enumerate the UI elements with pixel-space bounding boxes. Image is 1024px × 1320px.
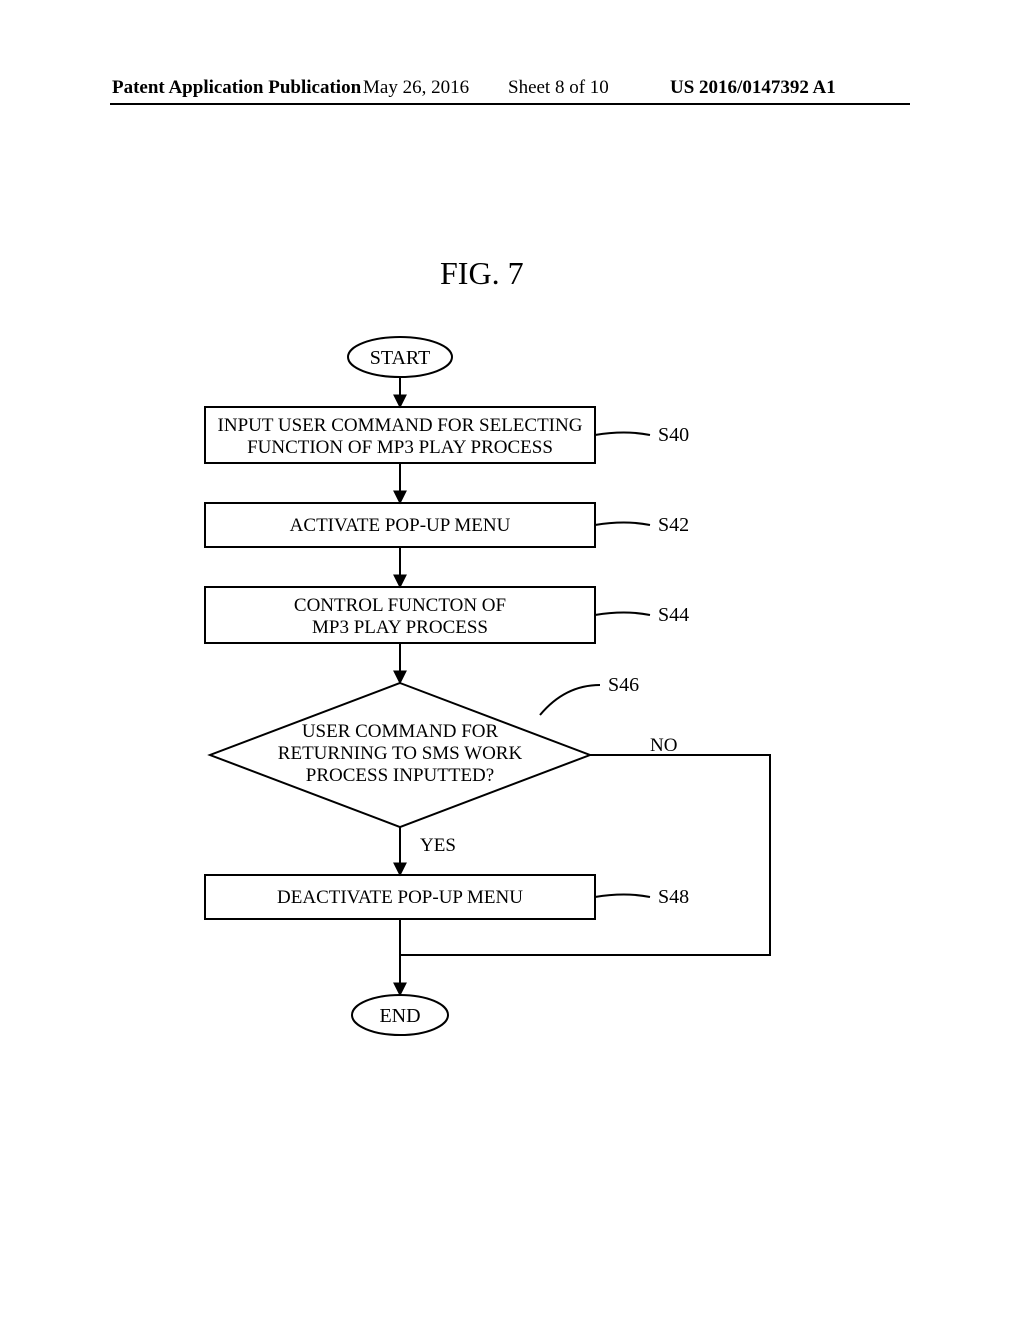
s46-line1: USER COMMAND FOR — [302, 721, 499, 742]
s40-line1: INPUT USER COMMAND FOR SELECTING — [218, 415, 583, 436]
s40-label: S40 — [658, 424, 689, 446]
patent-figure-page: Patent Application Publication May 26, 2… — [0, 0, 1024, 1320]
header-sheet: Sheet 8 of 10 — [508, 77, 609, 99]
branch-no: NO — [650, 735, 677, 756]
end-node: END — [352, 995, 448, 1035]
step-s48: DEACTIVATE POP-UP MENU S48 — [205, 875, 689, 919]
s44-label: S44 — [658, 604, 689, 626]
s46-label: S46 — [608, 674, 639, 696]
s44-line1: CONTROL FUNCTON OF — [294, 595, 506, 616]
s48-leader — [595, 895, 650, 898]
step-s46: USER COMMAND FOR RETURNING TO SMS WORK P… — [210, 674, 639, 827]
s44-leader — [595, 613, 650, 616]
s42-label: S42 — [658, 514, 689, 536]
s48-line1: DEACTIVATE POP-UP MENU — [277, 887, 523, 908]
s40-line2: FUNCTION OF MP3 PLAY PROCESS — [247, 437, 553, 458]
header-rule — [110, 103, 910, 105]
s42-leader — [595, 523, 650, 526]
s46-line3: PROCESS INPUTTED? — [306, 765, 494, 786]
step-s40: INPUT USER COMMAND FOR SELECTING FUNCTIO… — [205, 407, 689, 463]
s46-line2: RETURNING TO SMS WORK — [278, 743, 523, 764]
figure-title: FIG. 7 — [440, 255, 524, 292]
header-pub-number: US 2016/0147392 A1 — [670, 77, 836, 99]
start-node: START — [348, 337, 452, 377]
branch-yes: YES — [420, 835, 456, 856]
header-date: May 26, 2016 — [363, 77, 469, 99]
start-text: START — [370, 347, 431, 369]
end-text: END — [379, 1005, 420, 1027]
s48-label: S48 — [658, 886, 689, 908]
step-s42: ACTIVATE POP-UP MENU S42 — [205, 503, 689, 547]
header-publication-type: Patent Application Publication — [112, 77, 361, 99]
s40-leader — [595, 433, 650, 436]
step-s44: CONTROL FUNCTON OF MP3 PLAY PROCESS S44 — [205, 587, 689, 643]
s42-line1: ACTIVATE POP-UP MENU — [290, 515, 511, 536]
s46-leader — [540, 685, 600, 715]
flowchart: START INPUT USER COMMAND FOR SELECTING F… — [0, 335, 1024, 1080]
s44-line2: MP3 PLAY PROCESS — [312, 617, 488, 638]
